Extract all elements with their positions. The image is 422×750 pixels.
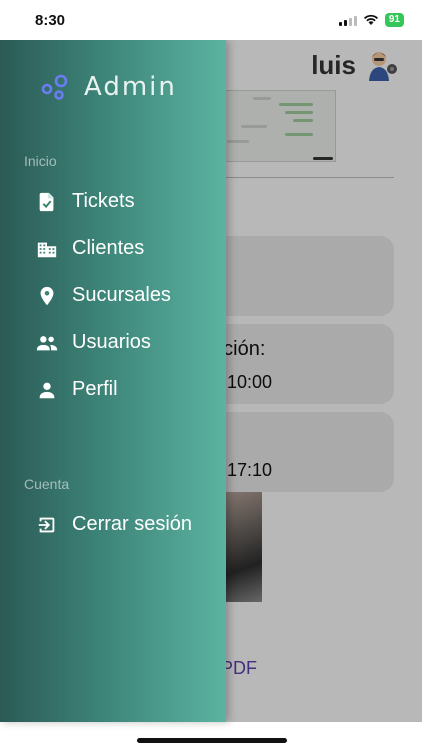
brand-logo-icon	[41, 74, 68, 100]
people-icon	[36, 335, 58, 350]
location-pin-icon	[40, 286, 54, 305]
menu-label: Usuarios	[72, 331, 151, 353]
signal-icon	[338, 15, 357, 26]
section-title-cuenta: Cuenta	[24, 476, 70, 492]
menu-item-tickets[interactable]: Tickets	[36, 190, 135, 213]
building-icon	[37, 242, 57, 257]
menu-label: Perfil	[72, 378, 118, 400]
navigation-drawer: Admin Inicio Tickets Clientes Sucursales	[0, 40, 226, 722]
menu-item-sucursales[interactable]: Sucursales	[36, 284, 171, 307]
ticket-check-icon	[39, 192, 54, 211]
status-bar: 8:30 91	[0, 0, 422, 40]
bottom-safe-area	[0, 722, 422, 750]
status-indicators: 91	[338, 13, 404, 27]
menu-label: Sucursales	[72, 284, 171, 306]
brand: Admin	[40, 72, 177, 102]
logout-icon	[38, 517, 55, 532]
home-indicator[interactable]	[137, 738, 287, 743]
menu-item-perfil[interactable]: Perfil	[36, 378, 118, 401]
menu-label: Tickets	[72, 190, 135, 212]
section-title-inicio: Inicio	[24, 153, 57, 169]
menu-label: Cerrar sesión	[72, 513, 193, 535]
status-time: 8:30	[35, 12, 66, 29]
logout-button[interactable]: Cerrar sesión	[36, 513, 192, 536]
person-icon	[39, 382, 55, 398]
menu-item-clientes[interactable]: Clientes	[36, 237, 144, 260]
wifi-icon	[363, 14, 378, 25]
brand-name: Admin	[84, 72, 177, 102]
menu-item-usuarios[interactable]: Usuarios	[36, 331, 151, 354]
menu-label: Clientes	[72, 237, 145, 259]
battery-icon: 91	[384, 13, 404, 27]
